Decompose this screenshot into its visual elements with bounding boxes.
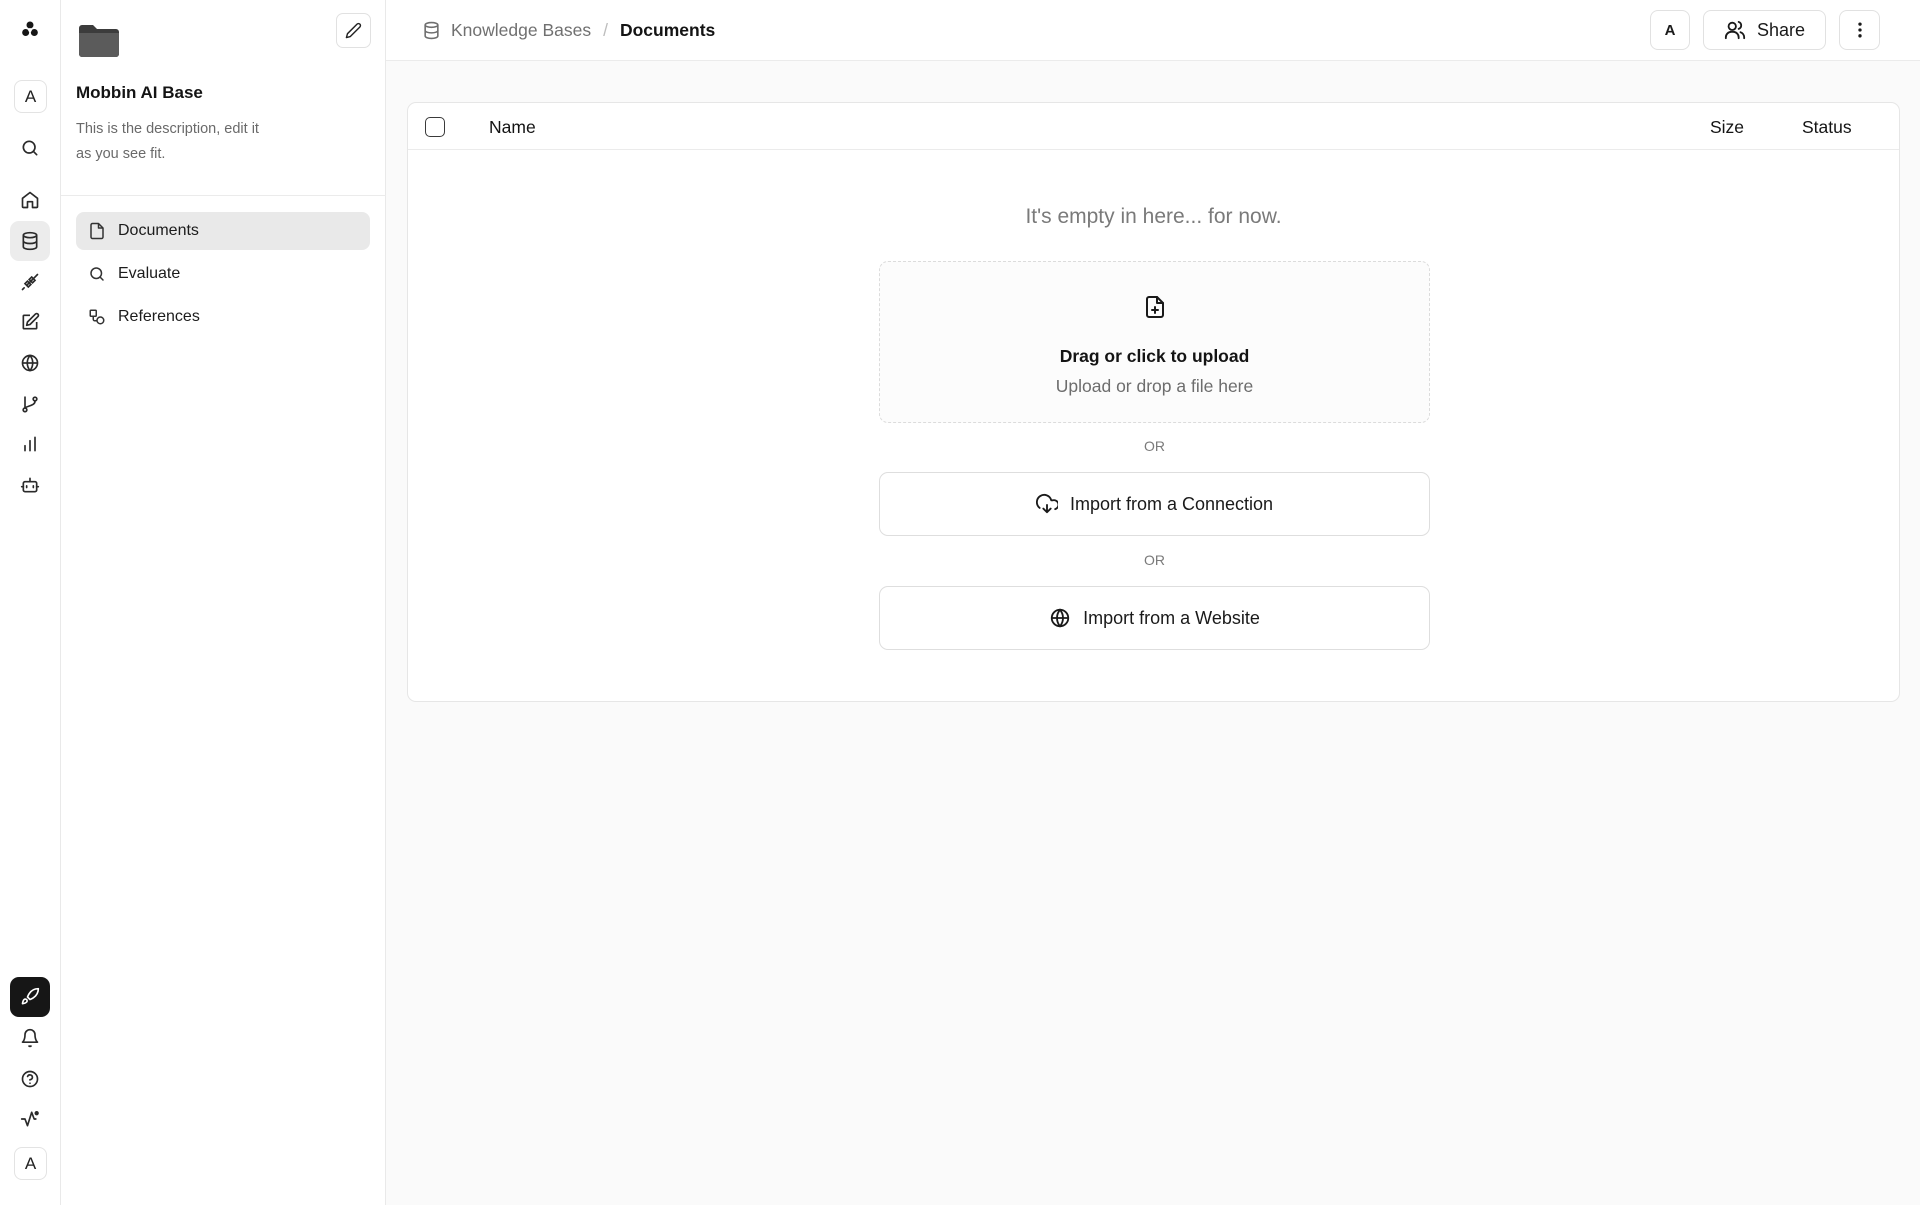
breadcrumb-separator: / [603, 19, 608, 40]
select-all-checkbox[interactable] [425, 117, 445, 137]
bot-icon[interactable] [10, 465, 50, 505]
breadcrumb-knowledge-bases[interactable]: Knowledge Bases [451, 20, 591, 41]
database-icon [424, 21, 439, 39]
bar-chart-icon[interactable] [10, 424, 50, 464]
empty-state-message: It's empty in here... for now. [1025, 205, 1282, 228]
help-circle-icon[interactable] [10, 1059, 50, 1099]
import-connection-label: Import from a Connection [1069, 493, 1274, 514]
or-divider: OR [1144, 552, 1165, 568]
upload-dropzone[interactable]: Drag or click to upload Upload or drop a… [879, 261, 1430, 423]
nav-label: Documents [118, 222, 199, 239]
user-avatar[interactable]: A [14, 1147, 47, 1180]
kb-title: Mobbin AI Base [76, 83, 203, 102]
users-icon [1724, 21, 1746, 40]
plug-icon[interactable] [10, 262, 50, 302]
nav-label: References [118, 308, 200, 325]
top-bar: Knowledge Bases / Documents A Share [386, 0, 1920, 61]
column-header-name[interactable]: Name [489, 117, 536, 138]
kb-nav: Documents Evaluate References [76, 212, 370, 341]
column-header-status[interactable]: Status [1802, 117, 1852, 138]
share-button[interactable]: Share [1703, 10, 1826, 50]
folder-icon [77, 24, 121, 58]
icon-rail: A A [0, 0, 61, 1205]
kb-description: This is the description, edit it as you … [76, 121, 259, 162]
bell-icon[interactable] [10, 1018, 50, 1058]
collaborator-avatar[interactable]: A [1650, 10, 1690, 50]
nav-label: Evaluate [118, 265, 181, 282]
or-divider: OR [1144, 438, 1165, 454]
breadcrumb-current: Documents [619, 19, 716, 40]
workspace-avatar[interactable]: A [14, 80, 47, 113]
search-icon [90, 267, 104, 281]
column-header-size[interactable]: Size [1710, 117, 1744, 138]
more-vertical-icon [1857, 22, 1862, 38]
rocket-icon[interactable] [10, 977, 50, 1017]
kb-header: Mobbin AI Base This is the description, … [61, 0, 386, 196]
nav-item-evaluate[interactable]: Evaluate [76, 255, 370, 293]
activity-icon[interactable] [10, 1099, 50, 1139]
table-header: Name Size Status [408, 103, 1899, 150]
globe-icon[interactable] [10, 343, 50, 383]
database-icon[interactable] [10, 221, 50, 261]
import-website-button[interactable]: Import from a Website [879, 586, 1430, 650]
nav-item-documents[interactable]: Documents [76, 212, 370, 250]
edit-kb-button[interactable] [336, 13, 371, 48]
import-connection-button[interactable]: Import from a Connection [879, 472, 1430, 536]
app-logo-icon[interactable] [10, 10, 50, 50]
shapes-icon [89, 309, 105, 325]
documents-table: Name Size Status It's empty in here... f… [407, 102, 1900, 702]
cloud-download-icon [1035, 494, 1058, 514]
git-branch-icon[interactable] [10, 384, 50, 424]
upload-title: Drag or click to upload [1059, 346, 1250, 366]
search-icon[interactable] [10, 128, 50, 168]
home-icon[interactable] [10, 180, 50, 220]
share-label: Share [1756, 19, 1806, 40]
import-website-label: Import from a Website [1083, 607, 1260, 628]
pencil-icon [345, 22, 362, 39]
file-plus-icon [1143, 295, 1167, 319]
file-icon [90, 222, 104, 240]
pencil-square-icon[interactable] [10, 302, 50, 342]
globe-icon [1050, 608, 1070, 628]
breadcrumb: Knowledge Bases / Documents [422, 19, 715, 41]
upload-subtitle: Upload or drop a file here [1055, 376, 1254, 396]
nav-item-references[interactable]: References [76, 298, 370, 336]
more-options-button[interactable] [1839, 10, 1880, 50]
knowledge-base-panel: Mobbin AI Base This is the description, … [61, 0, 386, 1205]
